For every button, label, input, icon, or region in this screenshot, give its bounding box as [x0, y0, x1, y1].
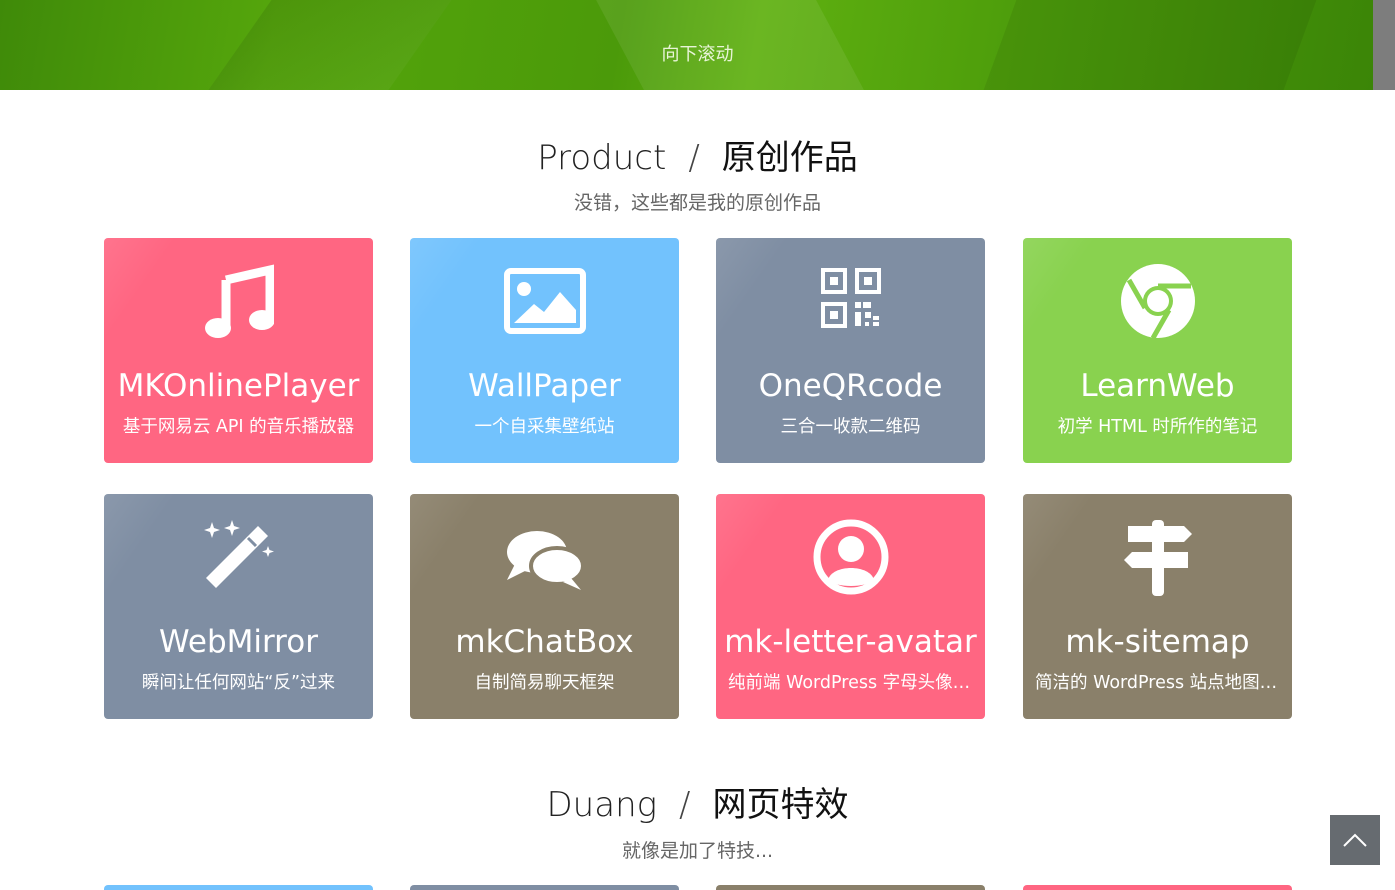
card-title: WallPaper: [468, 368, 621, 404]
card-description: 瞬间让任何网站“反”过来: [141, 673, 336, 693]
card-description: 简洁的 WordPress 站点地图插件: [1035, 673, 1280, 693]
section-subtitle: 没错，这些都是我的原创作品: [573, 192, 821, 214]
music-note-icon: [104, 264, 373, 340]
section-subtitle: 就像是加了特技...: [621, 840, 774, 862]
card-description: 自制简易聊天框架: [474, 673, 615, 693]
project-card-mkchatbox[interactable]: mkChatBox 自制简易聊天框架: [410, 494, 679, 719]
card-title: LearnWeb: [1080, 368, 1235, 404]
section-title-cn: 原创作品: [721, 138, 858, 178]
card-title: mk-letter-avatar: [724, 624, 977, 660]
section-title-en: Product: [537, 138, 667, 178]
card-title: mkChatBox: [455, 624, 634, 660]
back-to-top-button[interactable]: [1330, 815, 1380, 865]
section-title-separator: /: [688, 138, 700, 178]
card-title: mk-sitemap: [1065, 624, 1250, 660]
chat-bubbles-icon: [410, 520, 679, 596]
project-card-partial[interactable]: [410, 885, 679, 890]
card-description: 三合一收款二维码: [780, 417, 921, 437]
project-card-learnweb[interactable]: LearnWeb 初学 HTML 时所作的笔记: [1023, 238, 1292, 463]
scrollbar-thumb[interactable]: [1373, 0, 1395, 90]
card-description: 初学 HTML 时所作的笔记: [1057, 417, 1258, 437]
section-title-separator: /: [679, 785, 691, 825]
card-title: MKOnlinePlayer: [117, 368, 360, 404]
card-title: WebMirror: [159, 624, 318, 660]
card-description: 一个自采集壁纸站: [474, 417, 615, 437]
card-title: OneQRcode: [758, 368, 943, 404]
card-description: 基于网易云 API 的音乐播放器: [122, 417, 355, 437]
image-icon: [410, 264, 679, 340]
project-card-mk-letter-avatar[interactable]: mk-letter-avatar 纯前端 WordPress 字母头像插件: [716, 494, 985, 719]
section-title-duang: Duang / 网页特效: [0, 777, 1395, 826]
project-card-wallpaper[interactable]: WallPaper 一个自采集壁纸站: [410, 238, 679, 463]
signpost-icon: [1023, 520, 1292, 596]
section-title-cn: 网页特效: [712, 785, 849, 825]
project-card-mkonlineplayer[interactable]: MKOnlinePlayer 基于网易云 API 的音乐播放器: [104, 238, 373, 463]
project-card-partial[interactable]: [1023, 885, 1292, 890]
section-title-product: Product / 原创作品: [0, 130, 1395, 179]
user-circle-icon: [716, 519, 985, 596]
project-card-partial[interactable]: [716, 885, 985, 890]
project-card-partial[interactable]: [104, 885, 373, 890]
qrcode-icon: [716, 264, 985, 340]
project-card-webmirror[interactable]: WebMirror 瞬间让任何网站“反”过来: [104, 494, 373, 719]
card-description: 纯前端 WordPress 字母头像插件: [728, 673, 973, 693]
project-card-oneqrcode[interactable]: OneQRcode 三合一收款二维码: [716, 238, 985, 463]
scroll-down-link[interactable]: 向下滚动: [0, 40, 1395, 66]
project-card-mk-sitemap[interactable]: mk-sitemap 简洁的 WordPress 站点地图插件: [1023, 494, 1292, 719]
section-title-en: Duang: [546, 785, 658, 825]
magic-wand-icon: [104, 520, 373, 596]
chrome-icon: [1023, 264, 1292, 340]
chevron-up-icon: [1343, 833, 1367, 847]
